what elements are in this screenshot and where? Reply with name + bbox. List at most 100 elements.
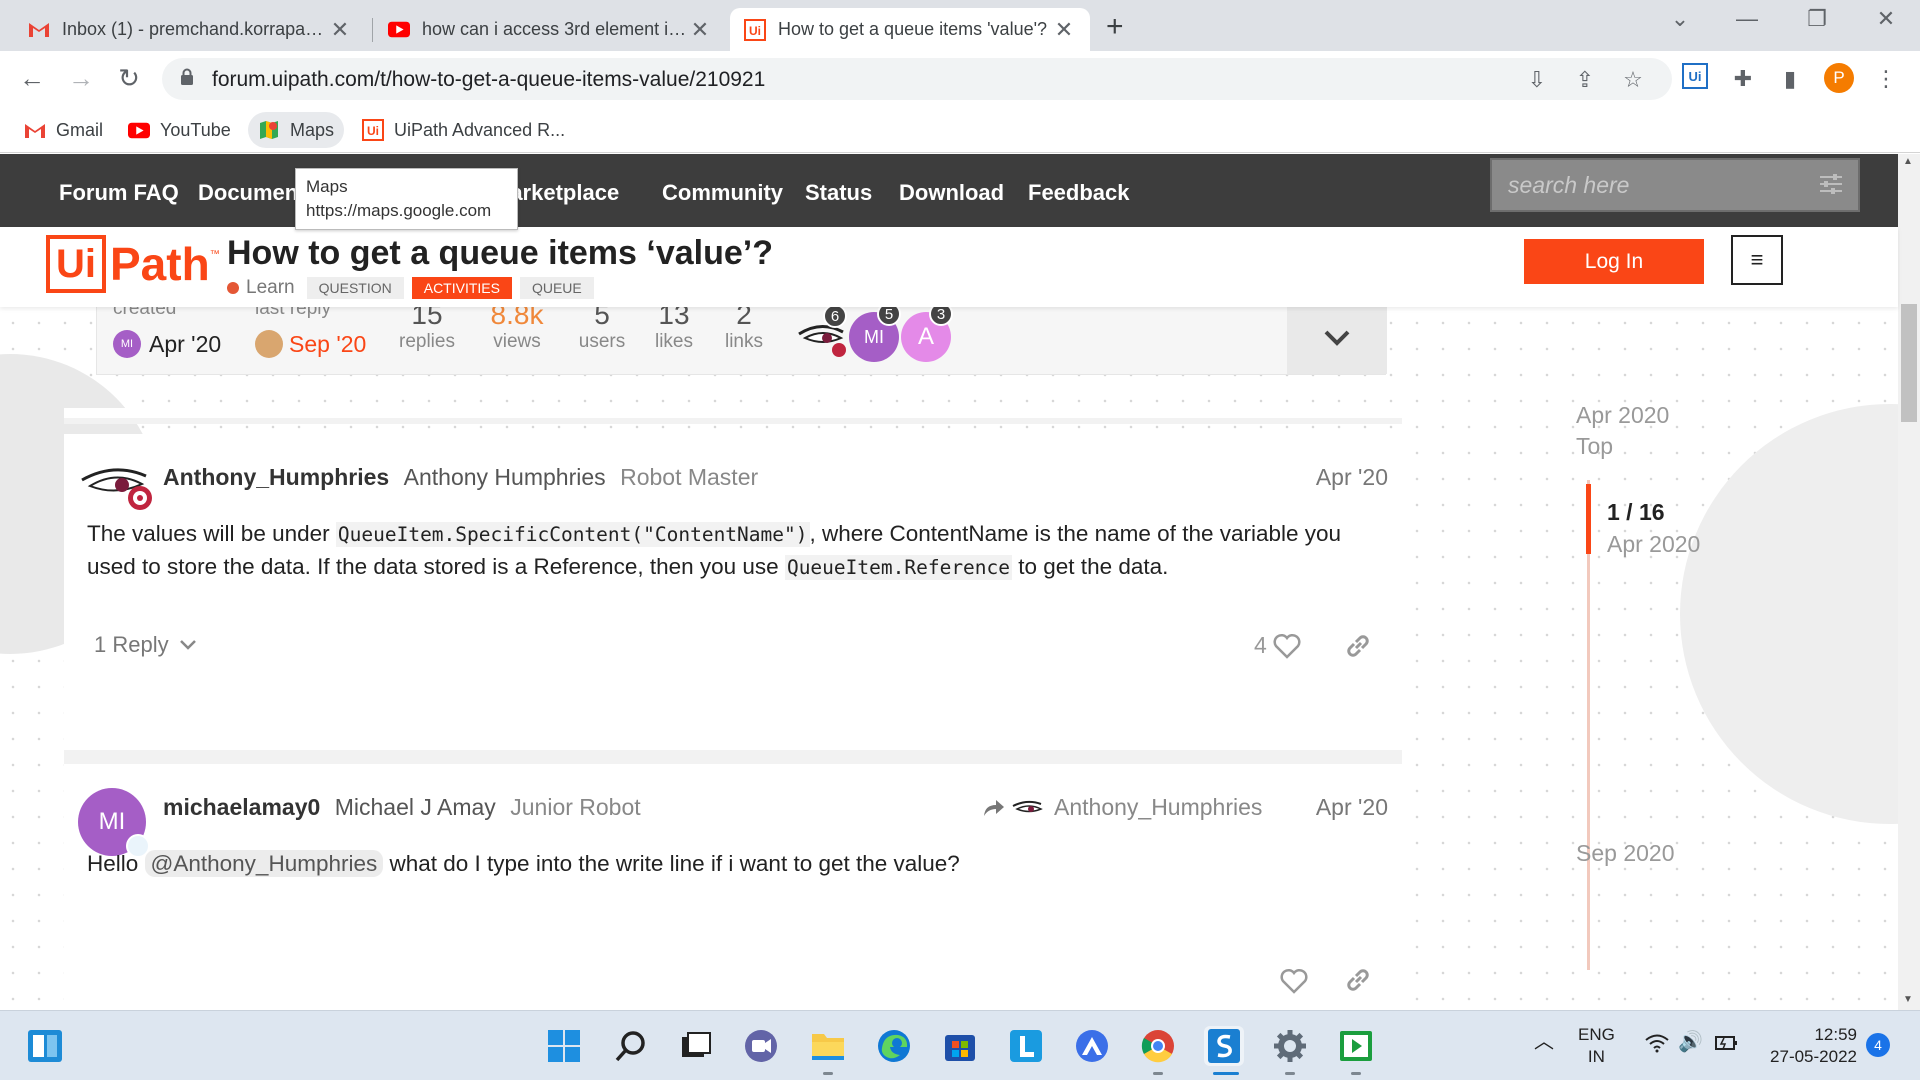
tray-overflow-chevron-icon[interactable]: ︿ — [1534, 1031, 1554, 1053]
teams-chat-icon[interactable] — [741, 1026, 781, 1066]
tag-question[interactable]: QUESTION — [306, 277, 404, 299]
participant-anthony[interactable]: 6 — [797, 304, 851, 368]
nav-forum-faq[interactable]: Forum FAQ — [59, 180, 179, 206]
username-link[interactable]: Anthony_Humphries — [163, 464, 389, 490]
profile-avatar[interactable]: P — [1824, 63, 1854, 93]
chrome-icon[interactable] — [1138, 1026, 1178, 1066]
reply-to-link[interactable]: Anthony_Humphries — [982, 794, 1262, 821]
media-player-icon[interactable] — [1336, 1026, 1376, 1066]
timeline-start-date: Apr 2020 — [1576, 402, 1670, 428]
bookmark-uipath[interactable]: Ui UiPath Advanced R... — [352, 112, 575, 148]
link-icon — [1347, 969, 1369, 991]
tab-uipath-forum[interactable]: Ui How to get a queue items 'value'? ✕ — [730, 8, 1090, 51]
volume-icon[interactable]: 🔊 — [1678, 1031, 1703, 1053]
task-view-icon[interactable] — [676, 1026, 716, 1066]
nav-feedback[interactable]: Feedback — [1028, 180, 1130, 206]
uipath-studio-icon[interactable] — [1204, 1026, 1244, 1066]
language-indicator[interactable]: ENG IN — [1578, 1024, 1615, 1068]
timeline-end-date[interactable]: Sep 2020 — [1576, 840, 1674, 867]
nav-community[interactable]: Community — [662, 180, 783, 206]
uipath-extension-icon[interactable]: Ui — [1680, 63, 1710, 95]
nav-status[interactable]: Status — [805, 180, 872, 206]
post-date[interactable]: Apr '20 — [1316, 464, 1388, 491]
microsoft-store-icon[interactable] — [940, 1026, 980, 1066]
avatar[interactable]: MI — [78, 788, 150, 858]
close-icon[interactable]: ✕ — [1052, 17, 1076, 43]
new-tab-icon[interactable]: + — [1106, 10, 1124, 44]
post-date[interactable]: Apr '20 — [1316, 794, 1388, 821]
settings-gear-icon[interactable] — [1270, 1026, 1310, 1066]
address-bar[interactable]: forum.uipath.com/t/how-to-get-a-queue-it… — [162, 58, 1672, 100]
user-title: Junior Robot — [510, 794, 641, 820]
post-text: Hello — [87, 851, 145, 876]
restore-icon[interactable]: ❐ — [1797, 6, 1837, 32]
chrome-menu-icon[interactable]: ⋮ — [1871, 66, 1901, 92]
hamburger-menu-button[interactable]: ≡ — [1731, 235, 1783, 285]
install-icon[interactable]: ⇩ — [1522, 67, 1552, 93]
timeline-top-link[interactable]: Top — [1576, 431, 1669, 462]
reply-arrow-icon — [984, 799, 1004, 816]
minimize-icon[interactable]: — — [1727, 6, 1767, 32]
side-panel-icon[interactable]: ▮ — [1775, 66, 1805, 92]
search-input[interactable]: search here — [1490, 158, 1860, 212]
window-close-icon[interactable]: ✕ — [1866, 6, 1906, 32]
reload-icon[interactable]: ↻ — [112, 63, 146, 94]
extensions-puzzle-icon[interactable]: ✚ — [1728, 66, 1758, 92]
scrollbar-thumb[interactable] — [1901, 304, 1917, 422]
timeline-handle[interactable] — [1586, 484, 1591, 554]
notification-count-badge[interactable]: 4 — [1866, 1033, 1890, 1057]
scroll-up-icon[interactable]: ▲ — [1903, 156, 1913, 167]
bookmark-youtube[interactable]: YouTube — [118, 112, 241, 148]
tag-queue[interactable]: QUEUE — [519, 277, 594, 299]
clock-time: 12:59 — [1814, 1025, 1857, 1044]
search-placeholder: search here — [1508, 172, 1630, 198]
share-link-button[interactable] — [1344, 632, 1372, 665]
like-button[interactable]: 4 — [1254, 632, 1301, 659]
start-windows-icon[interactable] — [544, 1026, 584, 1066]
tab-search-icon[interactable]: ⌄ — [1660, 6, 1700, 32]
username-link[interactable]: michaelamay0 — [163, 794, 320, 820]
tag-activities[interactable]: ACTIVITIES — [411, 277, 512, 299]
participant-a[interactable]: A 3 — [901, 302, 953, 362]
share-link-button[interactable] — [1344, 966, 1372, 999]
tab-youtube[interactable]: how can i access 3rd element in a ✕ — [374, 8, 726, 51]
expand-summary-button[interactable] — [1287, 302, 1387, 374]
timeline-post-date: Apr 2020 — [1607, 531, 1701, 557]
clock[interactable]: 12:59 27-05-2022 — [1757, 1024, 1857, 1068]
created-value[interactable]: MI Apr '20 — [113, 330, 221, 358]
wifi-icon[interactable] — [1644, 1033, 1670, 1059]
uipath-logo[interactable]: Ui Path ™ — [46, 235, 220, 293]
bookmark-gmail[interactable]: Gmail — [14, 112, 113, 148]
forward-icon[interactable]: → — [64, 63, 98, 94]
last-reply-value[interactable]: Sep '20 — [255, 330, 366, 358]
bookmark-maps[interactable]: Maps — [248, 112, 345, 148]
automation-app-icon[interactable] — [1072, 1026, 1112, 1066]
topic-title[interactable]: How to get a queue items ‘value’? — [227, 234, 773, 273]
user-mention[interactable]: @Anthony_Humphries — [144, 850, 384, 877]
avatar[interactable] — [80, 458, 156, 518]
search-icon[interactable] — [611, 1026, 651, 1066]
timeline-start[interactable]: Apr 2020 Top — [1576, 400, 1669, 462]
category-link[interactable]: Learn — [246, 277, 295, 299]
close-icon[interactable]: ✕ — [688, 17, 712, 43]
search-filter-icon[interactable] — [1818, 172, 1844, 196]
back-icon[interactable]: ← — [15, 63, 49, 94]
edge-icon[interactable] — [874, 1026, 914, 1066]
login-button[interactable]: Log In — [1524, 239, 1704, 284]
scroll-down-icon[interactable]: ▼ — [1903, 994, 1913, 1005]
participant-michael[interactable]: MI 5 — [849, 302, 901, 362]
close-icon[interactable]: ✕ — [328, 17, 352, 43]
bookmark-star-icon[interactable]: ☆ — [1618, 67, 1648, 93]
page-scrollbar[interactable]: ▲ ▼ — [1898, 154, 1920, 1010]
widgets-icon[interactable] — [25, 1026, 65, 1066]
like-button[interactable] — [1280, 968, 1308, 999]
tab-gmail[interactable]: Inbox (1) - premchand.korrapati@ ✕ — [14, 8, 366, 51]
created-date: Apr '20 — [149, 330, 222, 357]
l-app-icon[interactable] — [1006, 1026, 1046, 1066]
stat-views: 8.8k views — [477, 299, 557, 353]
show-replies-button[interactable]: 1 Reply — [94, 632, 197, 658]
file-explorer-icon[interactable] — [808, 1026, 848, 1066]
battery-icon[interactable] — [1712, 1033, 1740, 1059]
nav-download[interactable]: Download — [899, 180, 1004, 206]
share-icon[interactable]: ⇪ — [1570, 67, 1600, 93]
